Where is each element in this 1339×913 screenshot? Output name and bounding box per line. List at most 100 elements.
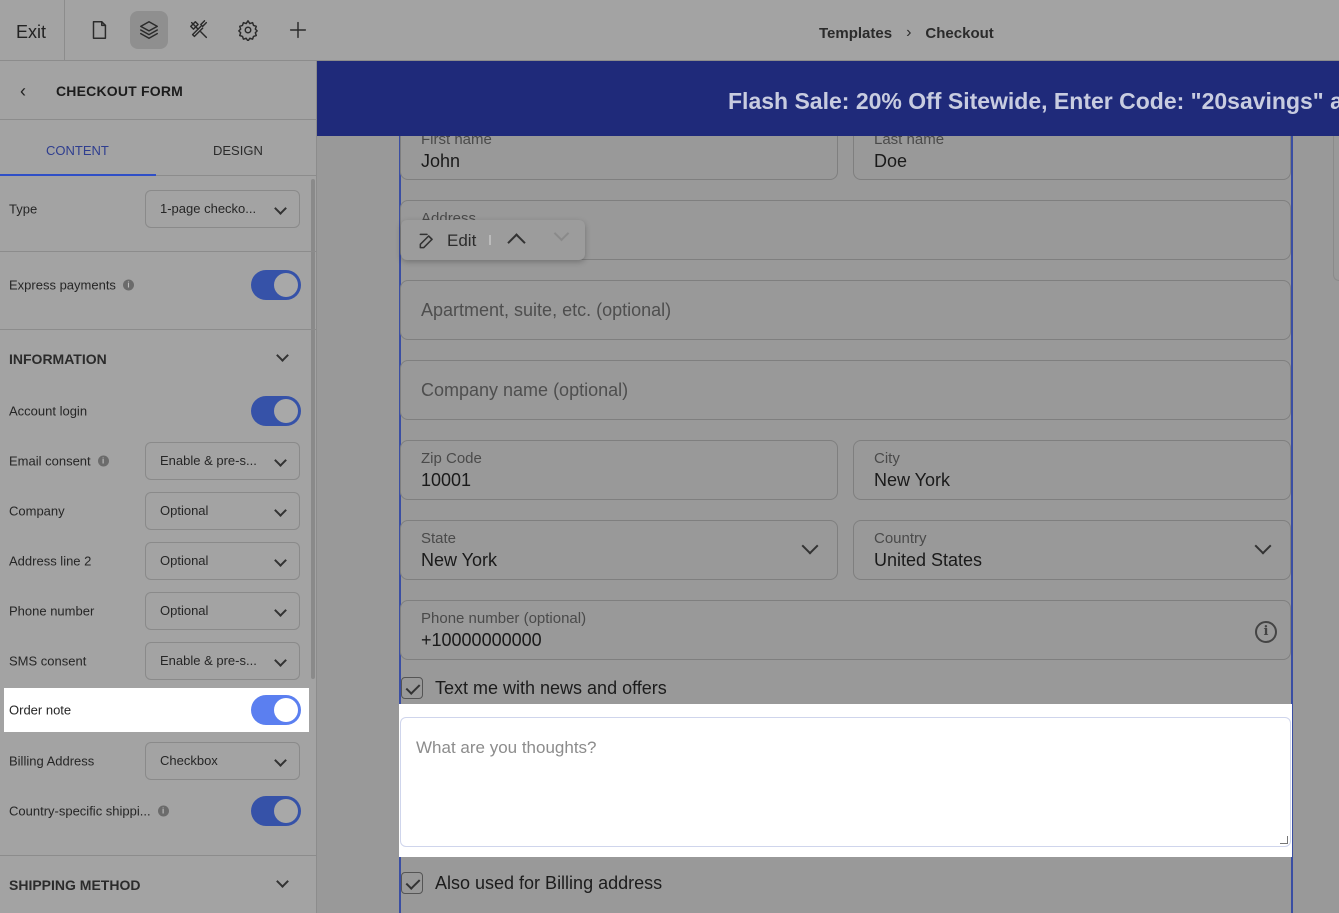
order-note-toggle[interactable] (251, 695, 301, 725)
resize-handle-icon[interactable] (1280, 836, 1288, 844)
section-shipping-method[interactable]: SHIPPING METHOD (0, 855, 310, 913)
select-value: Enable & pre-s... (160, 453, 257, 468)
layers-icon[interactable] (130, 11, 168, 49)
chevron-down-icon (274, 504, 287, 517)
field-value: +10000000000 (421, 630, 542, 650)
last-name-field[interactable]: Last name Doe (853, 136, 1291, 180)
setting-address-line-2: Address line 2 Optional (0, 539, 310, 583)
page-icon[interactable] (80, 11, 118, 49)
panel-scrollbar[interactable] (311, 179, 315, 679)
gear-icon[interactable] (229, 11, 267, 49)
zip-code-field[interactable]: Zip Code 10001 (400, 440, 838, 500)
setting-label: Express payments i (9, 278, 134, 293)
edit-button[interactable]: Edit (447, 231, 476, 251)
state-select[interactable]: State New York (400, 520, 838, 580)
sms-consent-select[interactable]: Enable & pre-s... (145, 642, 300, 680)
type-select[interactable]: 1-page checko... (145, 190, 300, 228)
setting-label: Country-specific shippi... i (9, 804, 169, 819)
setting-sms-consent: SMS consent Enable & pre-s... (0, 639, 310, 683)
plus-icon[interactable] (279, 11, 317, 49)
email-consent-select[interactable]: Enable & pre-s... (145, 442, 300, 480)
exit-button[interactable]: Exit (16, 22, 46, 43)
setting-type: Type 1-page checko... (0, 187, 310, 231)
field-label: Zip Code (421, 450, 482, 467)
setting-label: Address line 2 (9, 553, 92, 569)
top-bar: Exit Templates › Checkout (0, 0, 1339, 61)
settings-panel: ‹ CHECKOUT FORM CONTENT DESIGN Type 1-pa… (0, 61, 317, 913)
company-select[interactable]: Optional (145, 492, 300, 530)
info-icon[interactable]: i (157, 805, 169, 817)
toggle-knob (274, 399, 298, 423)
panel-title: CHECKOUT FORM (56, 83, 184, 99)
toggle-knob (274, 799, 298, 823)
info-icon[interactable]: i (122, 279, 134, 291)
sms-opt-in-checkbox[interactable] (401, 677, 423, 699)
info-icon[interactable]: i (1255, 621, 1277, 643)
company-field[interactable]: Company name (optional) (400, 360, 1291, 420)
account-login-toggle[interactable] (251, 396, 301, 426)
textarea-placeholder: What are you thoughts? (416, 738, 597, 757)
active-tab-indicator (0, 174, 156, 176)
chevron-down-icon (274, 554, 287, 567)
chevron-down-icon (276, 875, 289, 888)
checkbox-label: Text me with news and offers (435, 677, 667, 698)
order-note-textarea[interactable]: What are you thoughts? (400, 717, 1291, 847)
canvas-edge (1333, 136, 1339, 281)
chevron-down-icon (1254, 537, 1272, 555)
breadcrumb: Templates › Checkout (819, 24, 994, 42)
billing-same-row[interactable]: Also used for Billing address (401, 872, 662, 894)
field-label: Last name (874, 136, 945, 148)
panel-tabs: CONTENT DESIGN (0, 120, 316, 176)
field-value: New York (421, 550, 498, 570)
setting-account-login: Account login (0, 389, 310, 433)
sms-opt-in-row[interactable]: Text me with news and offers (401, 677, 667, 699)
select-value: 1-page checko... (160, 201, 257, 216)
chevron-up-icon[interactable] (507, 233, 526, 252)
field-value: 10001 (421, 470, 472, 490)
checkbox-label: Also used for Billing address (435, 872, 663, 893)
express-payments-toggle[interactable] (251, 270, 301, 300)
chevron-down-icon (274, 754, 287, 767)
chevron-down-icon (274, 654, 287, 667)
breadcrumb-checkout: Checkout (925, 24, 994, 42)
field-value: Doe (874, 151, 908, 171)
billing-same-checkbox[interactable] (401, 872, 423, 894)
select-value: Optional (160, 503, 209, 518)
chevron-down-icon (801, 537, 819, 555)
country-select[interactable]: Country United States (853, 520, 1291, 580)
tab-content[interactable]: CONTENT (46, 143, 109, 158)
first-name-field[interactable]: First name John (400, 136, 838, 180)
chevron-down-icon[interactable] (553, 225, 570, 242)
panel-header: ‹ CHECKOUT FORM (0, 61, 316, 120)
field-value: New York (874, 470, 951, 490)
field-placeholder: Company name (optional) (421, 380, 629, 400)
select-value: Optional (160, 603, 209, 618)
section-title: SHIPPING METHOD (9, 877, 141, 893)
city-field[interactable]: City New York (853, 440, 1291, 500)
chevron-down-icon (274, 604, 287, 617)
setting-label: Billing Address (9, 753, 95, 769)
edit-popover: Edit (401, 220, 585, 260)
section-information[interactable]: INFORMATION (0, 329, 310, 389)
address-line-2-select[interactable]: Optional (145, 542, 300, 580)
tab-design[interactable]: DESIGN (213, 143, 263, 158)
last-name-wrapper: Last name Doe (853, 136, 1291, 181)
phone-field[interactable]: Phone number (optional) +10000000000 i (400, 600, 1291, 660)
billing-address-select[interactable]: Checkbox (145, 742, 300, 780)
info-icon[interactable]: i (97, 455, 109, 467)
setting-email-consent: Email consent i Enable & pre-s... (0, 439, 310, 483)
tools-icon[interactable] (180, 11, 218, 49)
chevron-left-icon[interactable]: ‹ (20, 81, 26, 102)
toggle-knob (274, 698, 298, 722)
setting-label: Company (9, 503, 65, 519)
announcement-banner: Flash Sale: 20% Off Sitewide, Enter Code… (317, 61, 1339, 136)
phone-number-select[interactable]: Optional (145, 592, 300, 630)
setting-label: Account login (9, 403, 88, 419)
apartment-field[interactable]: Apartment, suite, etc. (optional) (400, 280, 1291, 340)
field-label: City (874, 450, 900, 467)
country-specific-shipping-toggle[interactable] (251, 796, 301, 826)
chevron-down-icon (276, 349, 289, 362)
edit-icon[interactable] (417, 231, 437, 251)
breadcrumb-templates[interactable]: Templates (819, 25, 892, 42)
toggle-knob (274, 273, 298, 297)
